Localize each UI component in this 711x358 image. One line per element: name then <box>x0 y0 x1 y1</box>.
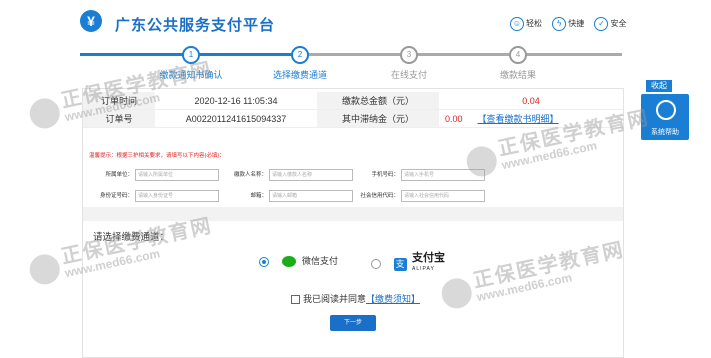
feature-fast: ϟ 快捷 <box>552 17 584 31</box>
order-no-value: A0022011241615094337 <box>155 109 317 128</box>
step-2-dot: 2 <box>291 46 309 64</box>
table-row: 订单时间 2020-12-16 11:05:34 缴款总金额（元） 0.04 <box>83 92 623 110</box>
id-label: 身份证号码： <box>99 193 133 199</box>
site-title: 广东公共服务支付平台 <box>115 17 276 34</box>
late-fee-cell: 0.00 【查看缴款书明细】 <box>439 109 623 128</box>
progress-track-todo <box>300 53 622 56</box>
smile-icon: ☺ <box>510 17 524 31</box>
wechat-radio[interactable] <box>259 256 269 267</box>
unit-input[interactable]: 请输入所属单位 <box>135 169 219 181</box>
table-row: 订单号 A0022011241615094337 其中滞纳金（元） 0.00 【… <box>83 109 623 128</box>
side-help: 收起 系统帮助 <box>641 80 691 140</box>
total-amount-value: 0.04 <box>439 92 623 110</box>
phone-input[interactable]: 请输入手机号 <box>401 169 485 181</box>
logo-icon: ¥ <box>80 10 102 32</box>
credit-code-label: 社会信用代码： <box>360 193 399 199</box>
help-button[interactable]: 系统帮助 <box>641 94 689 140</box>
order-time-label: 订单时间 <box>83 92 155 110</box>
phone-label: 手机号码： <box>371 172 399 178</box>
divider-bar <box>83 207 623 221</box>
step-4-dot: 4 <box>509 46 527 64</box>
form-row: 身份证号码： 请输入身份证号 邮箱： 请输入邮箱 社会信用代码： 请输入社会信用… <box>83 190 623 204</box>
payment-notice-link[interactable]: 【缴费须知】 <box>366 294 420 304</box>
id-input[interactable]: 请输入身份证号 <box>135 190 219 202</box>
step-3-dot: 3 <box>400 46 418 64</box>
agree-checkbox[interactable] <box>291 295 300 305</box>
late-fee-value: 0.00 <box>445 114 463 124</box>
payer-input[interactable]: 请输入缴款人名称 <box>269 169 353 181</box>
feature-label: 快捷 <box>568 19 585 29</box>
alipay-radio[interactable] <box>371 259 381 269</box>
feature-safe: ✓ 安全 <box>594 17 626 31</box>
credit-code-input[interactable]: 请输入社会信用代码 <box>401 190 485 202</box>
choose-channel-label: 请选择缴费通道： <box>93 232 170 243</box>
watermark-logo-icon <box>26 95 63 132</box>
lightning-icon: ϟ <box>552 17 567 31</box>
shield-icon: ✓ <box>594 17 609 31</box>
agreement: 我已阅读并同意【缴费须知】 <box>291 292 420 305</box>
late-fee-label: 其中滞纳金（元） <box>317 109 439 128</box>
step-4-label: 缴款结果 <box>499 70 537 80</box>
alipay-name: 支付宝 <box>412 252 446 264</box>
feature-easy: ☺ 轻松 <box>510 17 542 31</box>
alipay-icon: 支 <box>393 257 407 271</box>
total-amount-label: 缴款总金额（元） <box>317 92 439 110</box>
feature-label: 安全 <box>610 19 627 29</box>
step-1-label: 缴款通知书确认 <box>159 70 223 80</box>
alipay-logo-text: 支付宝 ALIPAY <box>412 252 446 274</box>
feature-label: 轻松 <box>526 19 542 29</box>
agree-text: 我已阅读并同意 <box>303 294 367 304</box>
next-button[interactable]: 下一步 <box>330 315 376 331</box>
wechat-label: 微信支付 <box>302 256 339 266</box>
step-3-label: 在线支付 <box>390 70 428 80</box>
email-input[interactable]: 请输入邮箱 <box>269 190 353 202</box>
form-row: 所属单位： 请输入所属单位 缴款人名称： 请输入缴款人名称 手机号码： 请输入手… <box>83 169 623 183</box>
order-no-label: 订单号 <box>83 109 155 128</box>
payer-label: 缴款人名称： <box>233 172 267 178</box>
wechat-option[interactable]: 微信支付 <box>259 254 338 272</box>
payment-panel: 订单时间 2020-12-16 11:05:34 缴款总金额（元） 0.04 订… <box>82 88 624 358</box>
collapse-tab[interactable]: 收起 <box>646 80 672 92</box>
header-features: ☺ 轻松 ϟ 快捷 ✓ 安全 <box>510 17 634 31</box>
alipay-option[interactable]: 支 支付宝 ALIPAY <box>371 252 446 274</box>
progress-steps: 1 2 3 4 缴款通知书确认 选择缴费通道 在线支付 缴款结果 <box>0 46 711 86</box>
wechat-icon <box>281 256 296 268</box>
step-1-dot: 1 <box>182 46 200 64</box>
watermark-logo-icon <box>26 251 63 288</box>
help-label: 系统帮助 <box>651 129 679 136</box>
unit-label: 所属单位： <box>105 172 133 178</box>
order-time-value: 2020-12-16 11:05:34 <box>155 92 317 110</box>
alipay-sub: ALIPAY <box>412 266 435 272</box>
email-label: 邮箱： <box>250 193 267 199</box>
header: ¥ 广东公共服务支付平台 ☺ 轻松 ϟ 快捷 ✓ 安全 <box>0 0 711 46</box>
headset-icon <box>656 100 676 120</box>
view-detail-link[interactable]: 【查看缴款书明细】 <box>478 114 559 124</box>
notice-text: 温馨提示：根据三护相关要求，请填写以下内容(必填)： <box>89 153 225 159</box>
order-table: 订单时间 2020-12-16 11:05:34 缴款总金额（元） 0.04 订… <box>83 92 623 128</box>
step-2-label: 选择缴费通道 <box>272 70 328 80</box>
